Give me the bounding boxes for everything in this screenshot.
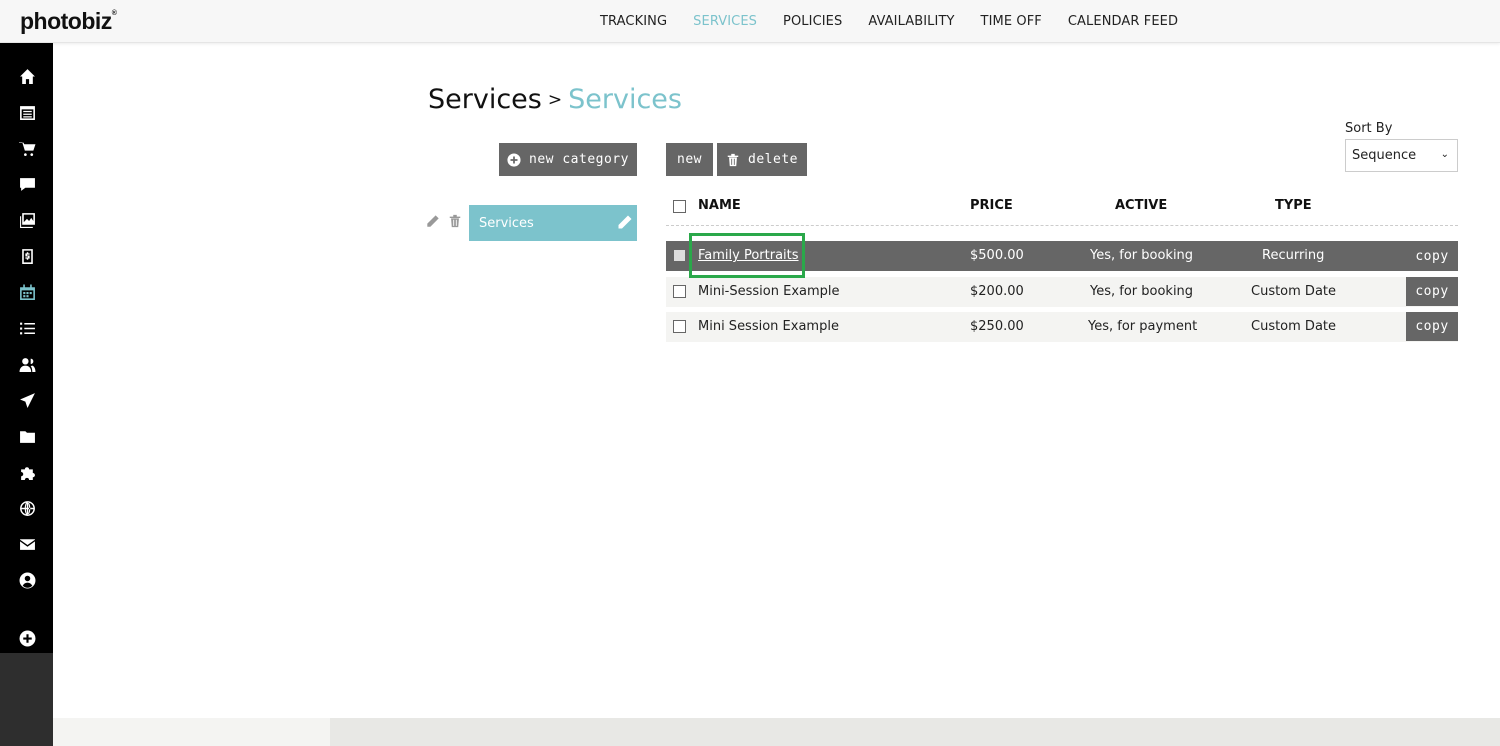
footer-right bbox=[330, 718, 1500, 746]
delete-button[interactable]: delete bbox=[717, 143, 807, 176]
breadcrumb-separator: > bbox=[547, 90, 563, 110]
category-label: Services bbox=[479, 215, 534, 231]
nav-tracking[interactable]: TRACKING bbox=[600, 14, 667, 29]
copy-button[interactable]: copy bbox=[1406, 312, 1458, 341]
plus-circle-icon bbox=[507, 152, 521, 167]
new-label: new bbox=[677, 152, 702, 167]
scheduler-icon[interactable] bbox=[17, 282, 37, 302]
nav-time-off[interactable]: TIME OFF bbox=[981, 14, 1042, 29]
service-price: $500.00 bbox=[970, 248, 1024, 263]
logo-text: photobiz bbox=[20, 8, 112, 34]
globe-icon[interactable] bbox=[17, 498, 37, 518]
sort-select[interactable]: Sequence ⌄ bbox=[1345, 139, 1458, 172]
pencil-icon[interactable] bbox=[426, 214, 440, 228]
copy-button[interactable]: copy bbox=[1406, 277, 1458, 306]
list-icon[interactable] bbox=[17, 318, 37, 338]
chat-icon[interactable] bbox=[17, 174, 37, 194]
category-tools bbox=[426, 214, 470, 228]
breadcrumb-current: Services bbox=[568, 84, 682, 115]
calendar-list-icon[interactable] bbox=[17, 102, 37, 122]
trash-icon bbox=[727, 153, 739, 166]
service-type: Custom Date bbox=[1251, 284, 1337, 299]
row-checkbox[interactable] bbox=[673, 249, 686, 262]
row-checkbox[interactable] bbox=[673, 320, 686, 333]
logo-mark: ® bbox=[111, 10, 117, 17]
delete-label: delete bbox=[748, 152, 798, 167]
service-type: Custom Date bbox=[1251, 319, 1337, 334]
folder-icon[interactable] bbox=[17, 426, 37, 446]
sort-label: Sort By bbox=[1345, 121, 1393, 136]
header-price[interactable]: PRICE bbox=[970, 198, 1013, 213]
row-checkbox[interactable] bbox=[673, 285, 686, 298]
table-row[interactable]: Mini Session Example $250.00 Yes, for pa… bbox=[666, 312, 1458, 342]
new-category-button[interactable]: new category bbox=[499, 143, 637, 176]
header-active[interactable]: ACTIVE bbox=[1115, 198, 1167, 213]
services-table: NAME PRICE ACTIVE TYPE Family Portraits … bbox=[666, 190, 1458, 342]
category-item-services[interactable]: Services bbox=[469, 205, 637, 241]
nav-availability[interactable]: AVAILABILITY bbox=[868, 14, 954, 29]
nav-services[interactable]: SERVICES bbox=[693, 14, 757, 29]
table-row[interactable]: Mini-Session Example $200.00 Yes, for bo… bbox=[666, 277, 1458, 307]
new-category-label: new category bbox=[529, 152, 629, 167]
nav-policies[interactable]: POLICIES bbox=[783, 14, 842, 29]
service-active: Yes, for payment bbox=[1088, 319, 1198, 334]
gallery-icon[interactable] bbox=[17, 210, 37, 230]
breadcrumb: Services > Services bbox=[428, 84, 682, 115]
trash-icon[interactable] bbox=[448, 214, 462, 228]
invoice-icon[interactable] bbox=[17, 246, 37, 266]
service-active: Yes, for booking bbox=[1090, 284, 1194, 299]
chevron-down-icon: ⌄ bbox=[1440, 149, 1449, 160]
service-price: $200.00 bbox=[970, 284, 1024, 299]
table-header: NAME PRICE ACTIVE TYPE bbox=[666, 190, 1458, 226]
select-all-checkbox[interactable] bbox=[673, 200, 686, 213]
contacts-icon[interactable] bbox=[17, 354, 37, 374]
service-name[interactable]: Mini-Session Example bbox=[698, 284, 840, 299]
selection-highlight bbox=[689, 233, 805, 278]
cart-icon[interactable] bbox=[17, 138, 37, 158]
footer-left bbox=[53, 718, 330, 746]
nav-calendar-feed[interactable]: CALENDAR FEED bbox=[1068, 14, 1178, 29]
sort-value: Sequence bbox=[1352, 148, 1417, 163]
service-name[interactable]: Mini Session Example bbox=[698, 319, 839, 334]
logo[interactable]: photobiz® bbox=[20, 8, 117, 35]
account-icon[interactable] bbox=[17, 570, 37, 590]
header-type[interactable]: TYPE bbox=[1275, 198, 1312, 213]
new-button[interactable]: new bbox=[666, 143, 713, 176]
puzzle-icon[interactable] bbox=[17, 462, 37, 482]
top-nav: TRACKING SERVICES POLICIES AVAILABILITY … bbox=[600, 0, 1204, 43]
sidebar bbox=[0, 43, 53, 746]
edit-category-icon[interactable] bbox=[617, 214, 633, 230]
sidebar-bottom bbox=[0, 653, 53, 746]
header-name[interactable]: NAME bbox=[698, 198, 741, 213]
copy-button[interactable]: copy bbox=[1406, 241, 1458, 271]
add-icon[interactable] bbox=[17, 628, 37, 648]
top-bar: photobiz® TRACKING SERVICES POLICIES AVA… bbox=[0, 0, 1500, 43]
mail-icon[interactable] bbox=[17, 534, 37, 554]
home-icon[interactable] bbox=[17, 66, 37, 86]
service-active: Yes, for booking bbox=[1090, 248, 1194, 263]
send-icon[interactable] bbox=[17, 390, 37, 410]
service-type: Recurring bbox=[1262, 248, 1325, 263]
breadcrumb-parent[interactable]: Services bbox=[428, 84, 542, 115]
service-price: $250.00 bbox=[970, 319, 1024, 334]
